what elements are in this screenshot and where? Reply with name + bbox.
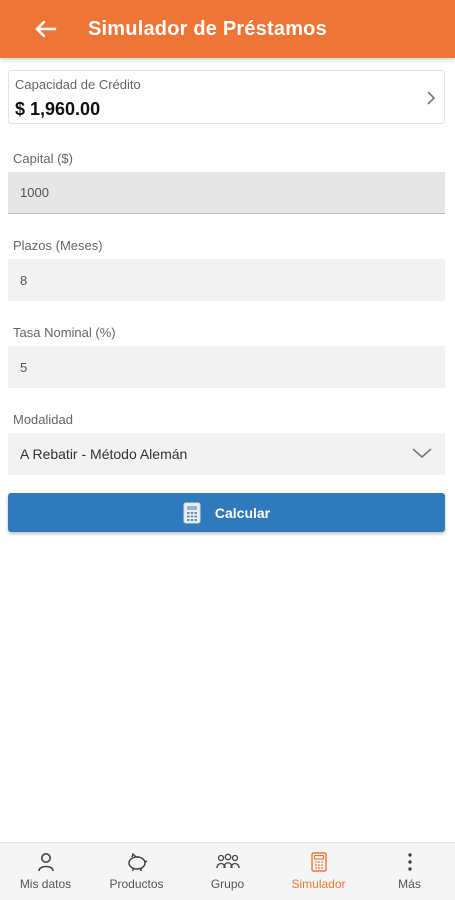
- nav-item-mis-datos[interactable]: Mis datos: [0, 843, 91, 900]
- nav-label: Simulador: [291, 877, 346, 891]
- tasa-input[interactable]: [8, 346, 445, 388]
- bottom-nav: Mis datos Productos Grupo Simulador Más: [0, 842, 455, 900]
- nav-label: Mis datos: [19, 877, 72, 891]
- capital-label: Capital ($): [13, 151, 73, 166]
- chevron-down-icon: [412, 448, 432, 459]
- tasa-label: Tasa Nominal (%): [13, 325, 116, 340]
- calculator-icon: [310, 852, 327, 872]
- group-icon: [215, 853, 240, 869]
- chevron-right-icon: [427, 91, 436, 105]
- nav-label: Más: [398, 877, 421, 891]
- piggy-bank-icon: [127, 852, 147, 871]
- app-header: Simulador de Préstamos: [0, 0, 455, 58]
- arrow-left-icon: [35, 20, 57, 38]
- nav-label: Productos: [109, 877, 164, 891]
- person-icon: [37, 853, 54, 872]
- nav-label: Grupo: [210, 877, 245, 891]
- credit-capacity-label: Capacidad de Crédito: [15, 77, 141, 92]
- nav-item-productos[interactable]: Productos: [91, 843, 182, 900]
- calculate-button-label: Calcular: [214, 504, 271, 521]
- more-vertical-icon: [407, 853, 412, 871]
- credit-capacity-card[interactable]: Capacidad de Crédito $ 1,960.00: [8, 70, 445, 124]
- modalidad-label: Modalidad: [13, 412, 73, 427]
- calculate-button[interactable]: Calcular: [8, 493, 445, 532]
- back-button[interactable]: [24, 0, 68, 58]
- credit-capacity-value: $ 1,960.00: [15, 99, 101, 119]
- nav-item-mas[interactable]: Más: [364, 843, 455, 900]
- plazos-input[interactable]: [8, 259, 445, 301]
- page-title: Simulador de Préstamos: [88, 17, 327, 40]
- nav-item-simulador[interactable]: Simulador: [273, 843, 364, 900]
- modalidad-value: A Rebatir - Método Alemán: [20, 446, 188, 462]
- modalidad-select[interactable]: A Rebatir - Método Alemán: [8, 433, 445, 475]
- capital-input[interactable]: [8, 172, 445, 214]
- calculator-icon: [183, 502, 201, 523]
- plazos-label: Plazos (Meses): [13, 238, 103, 253]
- nav-item-grupo[interactable]: Grupo: [182, 843, 273, 900]
